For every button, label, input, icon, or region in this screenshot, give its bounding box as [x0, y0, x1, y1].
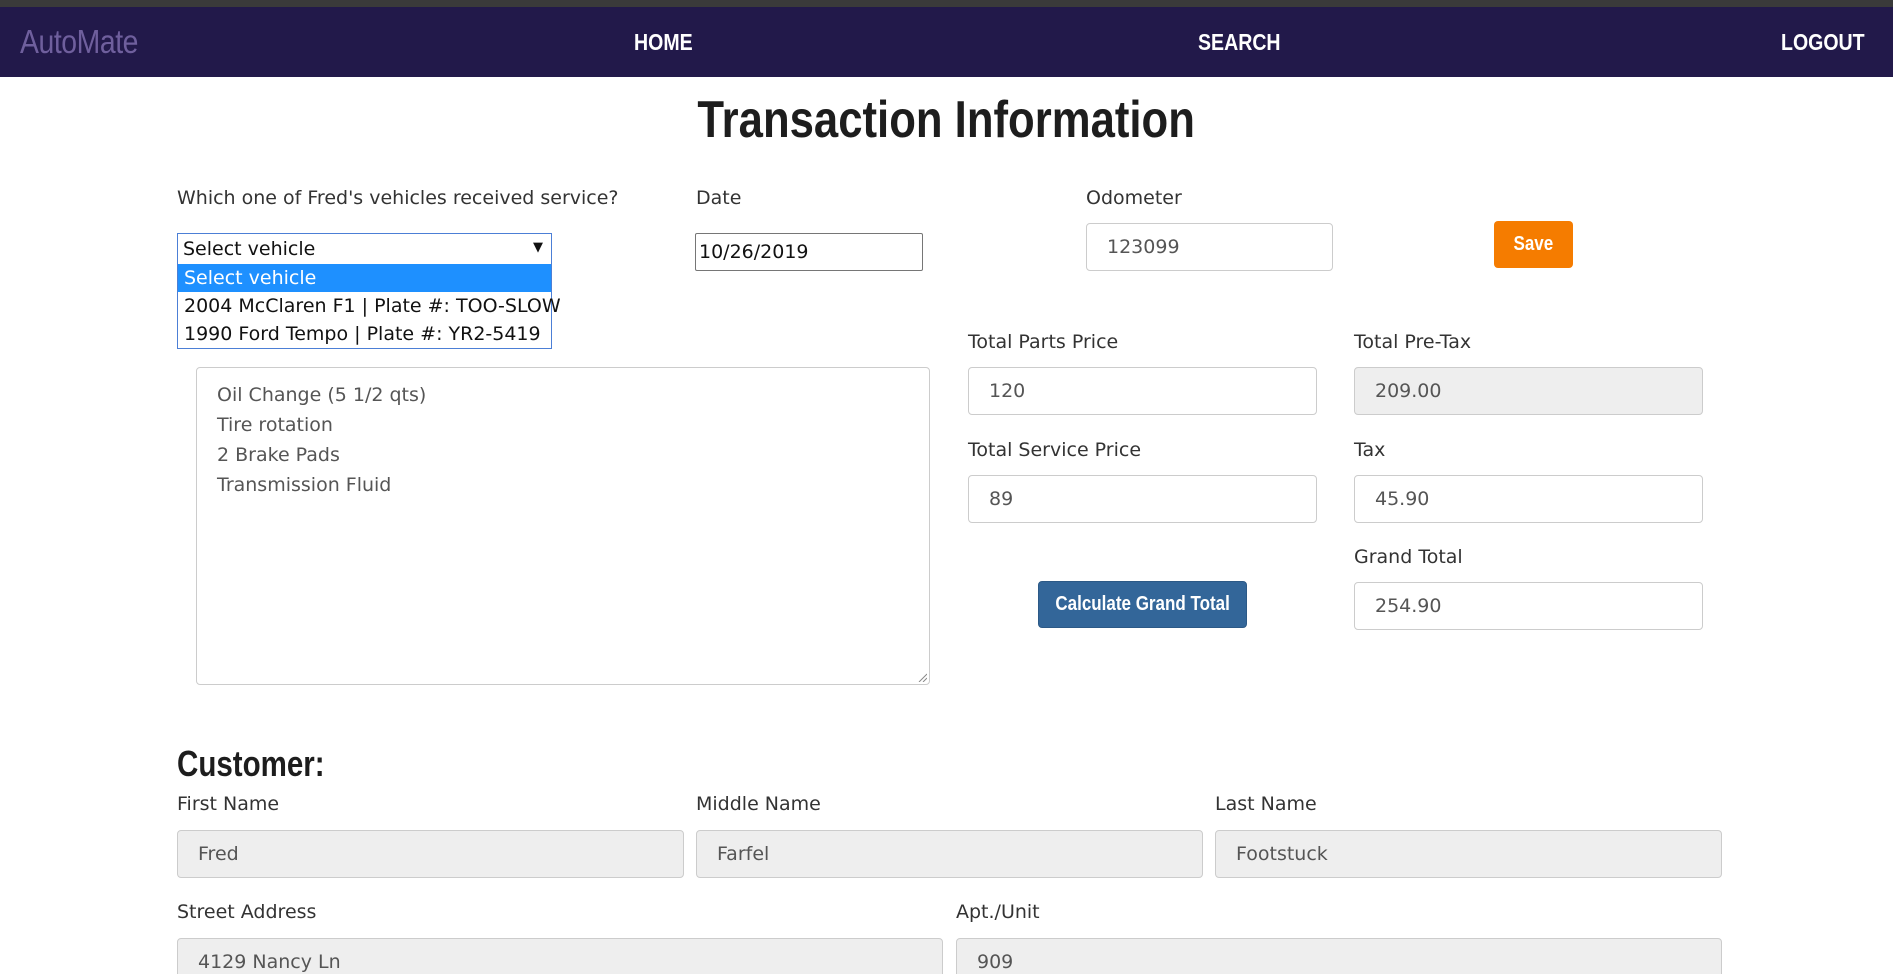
- page-title: Transaction Information: [0, 90, 1893, 150]
- vehicle-select-value[interactable]: Select vehicle: [178, 234, 551, 264]
- vehicle-label: Which one of Fred's vehicles received se…: [177, 187, 619, 209]
- service-line: Transmission Fluid: [217, 474, 392, 496]
- save-button-label: Save: [1513, 233, 1554, 255]
- services-textarea[interactable]: Oil Change (5 1/2 qts) Tire rotation 2 B…: [196, 367, 930, 685]
- grand-total-label: Grand Total: [1354, 546, 1463, 568]
- service-price-label: Total Service Price: [968, 439, 1142, 461]
- service-price-input[interactable]: 89: [968, 475, 1317, 523]
- unit-input: 909: [956, 938, 1722, 974]
- tax-input[interactable]: 45.90: [1354, 475, 1703, 523]
- vehicle-option-placeholder[interactable]: Select vehicle: [178, 264, 551, 292]
- first-name-label: First Name: [177, 793, 280, 815]
- grand-total-input[interactable]: 254.90: [1354, 582, 1703, 630]
- brand-logo[interactable]: AutoMate: [20, 23, 138, 61]
- middle-name-input: Farfel: [696, 830, 1203, 878]
- calculate-grand-total-button[interactable]: Calculate Grand Total: [1038, 581, 1247, 628]
- pretax-input: 209.00: [1354, 367, 1703, 415]
- street-address-label: Street Address: [177, 901, 317, 923]
- vehicle-select[interactable]: Select vehicle ▼ Select vehicle 2004 McC…: [177, 233, 561, 349]
- parts-price-input[interactable]: 120: [968, 367, 1317, 415]
- save-button[interactable]: Save: [1494, 221, 1573, 268]
- navbar: AutoMate HOME SEARCH LOGOUT: [0, 7, 1893, 77]
- unit-label: Apt./Unit: [956, 901, 1040, 923]
- vehicle-option-tempo[interactable]: 1990 Ford Tempo | Plate #: YR2-5419: [178, 320, 551, 348]
- customer-title-text: Customer:: [177, 743, 325, 784]
- pretax-label: Total Pre-Tax: [1354, 331, 1472, 353]
- calculate-button-label: Calculate Grand Total: [1055, 593, 1230, 615]
- service-line: Tire rotation: [217, 414, 333, 436]
- middle-name-label: Middle Name: [696, 793, 821, 815]
- service-line: 2 Brake Pads: [217, 444, 340, 466]
- street-address-input: 4129 Nancy Ln: [177, 938, 943, 974]
- top-strip: [0, 0, 1893, 7]
- nav-search-link[interactable]: SEARCH: [1198, 29, 1281, 56]
- last-name-label: Last Name: [1215, 793, 1317, 815]
- nav-logout-link[interactable]: LOGOUT: [1781, 29, 1865, 56]
- resize-grip-icon[interactable]: [917, 672, 927, 682]
- chevron-down-icon[interactable]: ▼: [533, 240, 543, 255]
- vehicle-option-mclaren[interactable]: 2004 McClaren F1 | Plate #: TOO-SLOW: [178, 292, 561, 320]
- page-title-text: Transaction Information: [697, 91, 1196, 149]
- date-label: Date: [696, 187, 742, 209]
- customer-section-title: Customer:: [177, 743, 357, 785]
- date-input[interactable]: 10/26/2019: [695, 233, 923, 271]
- parts-price-label: Total Parts Price: [968, 331, 1119, 353]
- tax-label: Tax: [1354, 439, 1386, 461]
- last-name-input: Footstuck: [1215, 830, 1722, 878]
- service-line: Oil Change (5 1/2 qts): [217, 384, 427, 406]
- nav-home-link[interactable]: HOME: [634, 29, 693, 56]
- odometer-label: Odometer: [1086, 187, 1182, 209]
- first-name-input: Fred: [177, 830, 684, 878]
- odometer-input[interactable]: 123099: [1086, 223, 1333, 271]
